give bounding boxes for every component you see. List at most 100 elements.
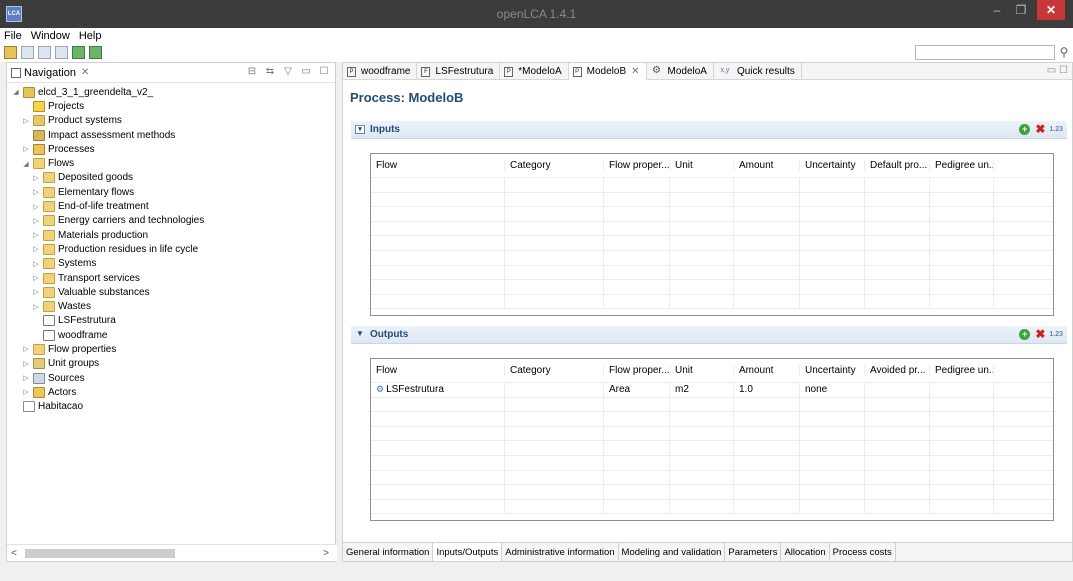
- expand-arrow-icon[interactable]: ▷: [21, 360, 31, 368]
- menu-window[interactable]: Window: [31, 30, 70, 42]
- scroll-right-icon[interactable]: >: [319, 548, 333, 559]
- expand-arrow-icon[interactable]: ▷: [31, 274, 41, 282]
- tree-item[interactable]: ▷ Sources: [7, 371, 335, 385]
- minimize-view-icon[interactable]: ▭: [299, 66, 313, 78]
- column-header[interactable]: Pedigree un...: [930, 365, 994, 376]
- add-input-button[interactable]: +: [1019, 124, 1031, 135]
- expand-arrow-icon[interactable]: ▷: [21, 145, 31, 153]
- expand-arrow-icon[interactable]: ▷: [21, 388, 31, 396]
- expand-arrow-icon[interactable]: ▷: [21, 345, 31, 353]
- tab-lsfestrutura[interactable]: F LSFestrutura: [417, 63, 501, 80]
- column-header[interactable]: Uncertainty: [800, 160, 865, 171]
- column-header[interactable]: Flow: [371, 365, 505, 376]
- minimize-button[interactable]: –: [985, 0, 1009, 20]
- format-numbers-button[interactable]: 1.23: [1049, 331, 1063, 338]
- editor-window-controls-icon[interactable]: ▭ ☐: [1047, 65, 1068, 76]
- tree-item[interactable]: Impact assessment methods: [7, 128, 335, 142]
- home-icon[interactable]: [4, 46, 17, 59]
- tab-parameters[interactable]: Parameters: [725, 543, 782, 561]
- navigation-title[interactable]: Navigation: [24, 67, 76, 79]
- tree-item[interactable]: ▷ Actors: [7, 385, 335, 399]
- tree-item[interactable]: ▷ Deposited goods: [7, 171, 335, 185]
- column-header[interactable]: Pedigree un...: [930, 160, 994, 171]
- tree-item[interactable]: ◢ Flows: [7, 156, 335, 170]
- collapse-arrow-icon[interactable]: ◢: [21, 160, 31, 168]
- export-icon[interactable]: [89, 46, 102, 59]
- search-icon[interactable]: ⚲: [1057, 45, 1071, 59]
- column-header[interactable]: Unit: [670, 365, 734, 376]
- tab-process-costs[interactable]: Process costs: [830, 543, 896, 561]
- column-header[interactable]: Flow proper...: [604, 365, 670, 376]
- tree-item[interactable]: ▷ End-of-life treatment: [7, 199, 335, 213]
- tree-item[interactable]: ▷ Transport services: [7, 271, 335, 285]
- collapse-arrow-icon[interactable]: ◢: [11, 88, 21, 96]
- outputs-section-header[interactable]: ▼ Outputs + ✖ 1.23: [351, 326, 1067, 344]
- tab-administrative-information[interactable]: Administrative information: [502, 543, 619, 561]
- view-menu-icon[interactable]: ▽: [281, 66, 295, 78]
- close-icon[interactable]: ✕: [81, 67, 89, 78]
- save-all-icon[interactable]: [55, 46, 68, 59]
- tree-item[interactable]: ◢ elcd_3_1_greendelta_v2_: [7, 85, 335, 99]
- expand-arrow-icon[interactable]: ▷: [21, 117, 31, 125]
- column-header[interactable]: Category: [505, 365, 604, 376]
- save-as-icon[interactable]: [38, 46, 51, 59]
- tab-modelob[interactable]: P ModeloB ✕: [568, 63, 647, 80]
- scroll-left-icon[interactable]: <: [7, 548, 21, 559]
- expand-arrow-icon[interactable]: ▷: [31, 217, 41, 225]
- column-header[interactable]: Uncertainty: [800, 365, 865, 376]
- column-header[interactable]: Flow proper...: [604, 160, 670, 171]
- expand-arrow-icon[interactable]: ▷: [21, 374, 31, 382]
- tab-inputs-outputs[interactable]: Inputs/Outputs: [433, 543, 503, 561]
- column-header[interactable]: Amount: [734, 365, 800, 376]
- expand-arrow-icon[interactable]: ▷: [31, 303, 41, 311]
- expand-arrow-icon[interactable]: ▷: [31, 174, 41, 182]
- expand-arrow-icon[interactable]: ▷: [31, 188, 41, 196]
- tree-item[interactable]: ▷ Systems: [7, 257, 335, 271]
- tree-item[interactable]: ▷ Elementary flows: [7, 185, 335, 199]
- tree-item[interactable]: ▷ Production residues in life cycle: [7, 242, 335, 256]
- tree-item[interactable]: ▷ Processes: [7, 142, 335, 156]
- tree-item[interactable]: LSFestrutura: [7, 314, 335, 328]
- tab-modeloa-unsaved[interactable]: P *ModeloA: [500, 63, 569, 80]
- scroll-thumb[interactable]: [25, 548, 175, 558]
- expand-arrow-icon[interactable]: ▷: [31, 203, 41, 211]
- tree-item[interactable]: ▷ Product systems: [7, 114, 335, 128]
- menu-help[interactable]: Help: [79, 30, 102, 42]
- menu-file[interactable]: File: [4, 30, 22, 42]
- tab-quick-results[interactable]: x,y Quick results: [714, 63, 802, 80]
- horizontal-scrollbar[interactable]: < >: [7, 544, 337, 561]
- tree-item[interactable]: woodframe: [7, 328, 335, 342]
- expand-arrow-icon[interactable]: ▷: [31, 231, 41, 239]
- collapse-section-icon[interactable]: ▼: [355, 330, 365, 339]
- maximize-view-icon[interactable]: ☐: [317, 66, 331, 78]
- restore-button[interactable]: ❐: [1009, 0, 1033, 20]
- collapse-all-icon[interactable]: ⊟: [245, 66, 259, 78]
- inputs-section-header[interactable]: ▾ Inputs + ✖ 1.23: [351, 121, 1067, 139]
- format-numbers-button[interactable]: 1.23: [1049, 126, 1063, 133]
- close-button[interactable]: ✕: [1037, 0, 1065, 20]
- column-header[interactable]: Category: [505, 160, 604, 171]
- expand-arrow-icon[interactable]: ▷: [31, 260, 41, 268]
- expand-arrow-icon[interactable]: ▷: [31, 245, 41, 253]
- tree-item[interactable]: ▷ Valuable substances: [7, 285, 335, 299]
- collapse-section-icon[interactable]: ▾: [355, 125, 365, 134]
- add-output-button[interactable]: +: [1019, 329, 1031, 340]
- remove-output-button[interactable]: ✖: [1035, 328, 1045, 340]
- tree-item[interactable]: ▷ Energy carriers and technologies: [7, 214, 335, 228]
- tab-modeling-and-validation[interactable]: Modeling and validation: [619, 543, 726, 561]
- tab-general-information[interactable]: General information: [343, 543, 434, 561]
- tree-item[interactable]: ▷ Wastes: [7, 299, 335, 313]
- tab-woodframe[interactable]: Pwoodframe: [343, 63, 418, 80]
- save-icon[interactable]: [21, 46, 34, 59]
- remove-input-button[interactable]: ✖: [1035, 123, 1045, 135]
- tree-item[interactable]: Projects: [7, 99, 335, 113]
- tree-item[interactable]: ▷ Materials production: [7, 228, 335, 242]
- table-row[interactable]: ⚙ LSFestrutura Area m2 1.0 none: [371, 383, 1053, 398]
- tree-item[interactable]: ▷ Flow properties: [7, 342, 335, 356]
- tab-allocation[interactable]: Allocation: [781, 543, 830, 561]
- link-editor-icon[interactable]: ⇆: [263, 66, 277, 78]
- tree-item[interactable]: Habitacao: [7, 400, 335, 414]
- column-header[interactable]: Avoided pr...: [865, 365, 930, 376]
- column-header[interactable]: Default pro...: [865, 160, 930, 171]
- import-icon[interactable]: [72, 46, 85, 59]
